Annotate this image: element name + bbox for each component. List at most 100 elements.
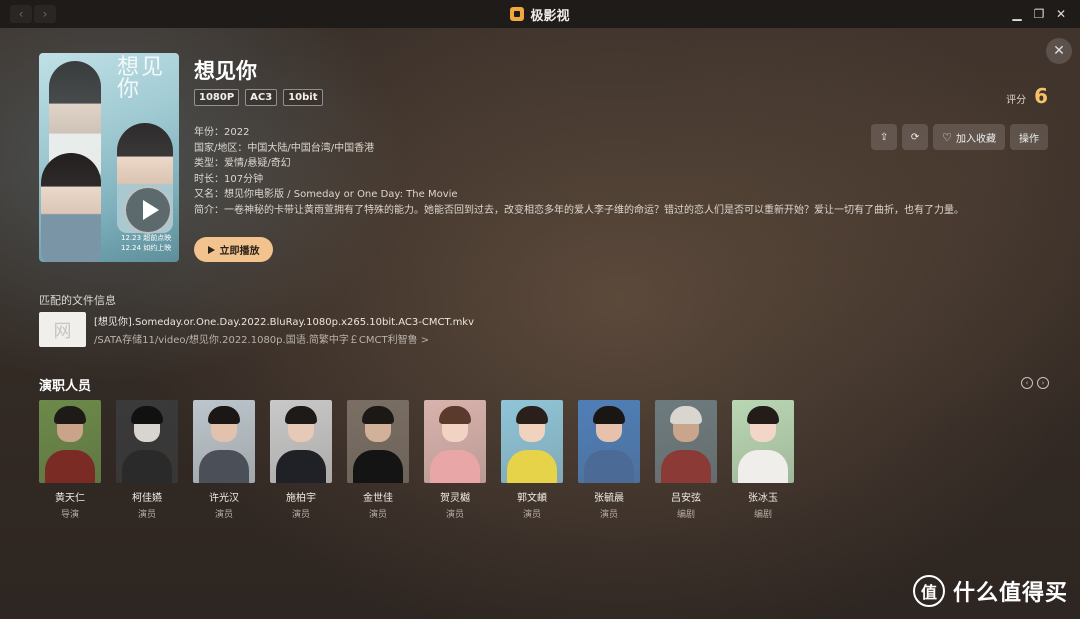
cast-member-name: 柯佳嬿 <box>132 493 162 504</box>
avatar <box>424 400 486 483</box>
cast-member-role: 演员 <box>445 510 464 520</box>
rating: 评分 6 <box>1006 84 1048 108</box>
cast-member-name: 张冰玉 <box>748 493 778 504</box>
cast-pager: ‹ › <box>1017 377 1049 389</box>
cast-member[interactable]: 郭文頔 演员 <box>501 400 563 520</box>
cast-member-role: 演员 <box>368 510 387 520</box>
file-path-link[interactable]: /SATA存储11/video/想见你.2022.1080p.国语.简繁中字￡C… <box>94 331 429 346</box>
file-thumbnail[interactable]: 网 <box>39 312 86 347</box>
add-favorite-button[interactable]: ♡ 加入收藏 <box>933 124 1005 150</box>
info-year: 年份：2022 <box>194 127 250 138</box>
avatar <box>270 400 332 483</box>
audio-badge: AC3 <box>245 89 278 106</box>
cast-member-name: 黄天仁 <box>55 493 85 504</box>
title-bar: ‹ › 极影视 ▁ ❐ ✕ <box>0 0 1080 28</box>
cast-section-title: 演职人员 <box>39 379 92 394</box>
cast-member-role: 演员 <box>522 510 541 520</box>
avatar <box>39 400 101 483</box>
cast-member-role: 导演 <box>60 510 79 520</box>
cast-member[interactable]: 贺灵樾 演员 <box>424 400 486 520</box>
operate-label: 操作 <box>1019 133 1039 145</box>
history-nav: ‹ › <box>10 5 58 23</box>
bitdepth-badge: 10bit <box>283 89 323 106</box>
rating-label: 评分 <box>1006 95 1027 106</box>
avatar-hair <box>670 406 702 424</box>
cast-member[interactable]: 张冰玉 编剧 <box>732 400 794 520</box>
cast-member[interactable]: 金世佳 演员 <box>347 400 409 520</box>
info-country: 国家/地区：中国大陆/中国台湾/中国香港 <box>194 142 375 154</box>
poster-release-date: 12.23 超前点映 12.24 如约上映 <box>121 234 172 252</box>
cast-next-icon[interactable]: › <box>1037 377 1049 389</box>
file-section-label: 匹配的文件信息 <box>39 294 116 307</box>
cast-member-role: 编剧 <box>753 510 772 520</box>
play-icon <box>207 245 215 254</box>
cast-member[interactable]: 柯佳嬿 演员 <box>116 400 178 520</box>
app-title-text: 极影视 <box>530 8 570 24</box>
cast-member[interactable]: 吕安弦 编剧 <box>655 400 717 520</box>
restore-icon[interactable]: ❐ <box>1028 4 1050 24</box>
avatar-hair <box>54 406 86 424</box>
cast-member-name: 施柏宇 <box>286 493 316 504</box>
cast-member[interactable]: 张毓晨 演员 <box>578 400 640 520</box>
back-arrow-icon[interactable]: ‹ <box>10 5 32 23</box>
heart-icon: ♡ <box>942 130 952 144</box>
info-genre: 类型：爱情/悬疑/奇幻 <box>194 158 291 170</box>
watermark-text: 什么值得买 <box>952 581 1068 606</box>
resolution-badge: 1080P <box>194 89 240 106</box>
avatar-body <box>661 450 711 483</box>
cast-member-role: 演员 <box>599 510 618 520</box>
cast-member[interactable]: 黄天仁 导演 <box>39 400 101 520</box>
avatar-hair <box>747 406 779 424</box>
avatar-hair <box>285 406 317 424</box>
poster-play-icon[interactable] <box>124 186 172 234</box>
window-close-icon[interactable]: ✕ <box>1050 4 1072 24</box>
action-buttons: ⇪ ⟳ ♡ 加入收藏 操作 <box>866 124 1048 150</box>
cast-member-role: 演员 <box>137 510 156 520</box>
quality-badges: 1080P AC3 10bit <box>194 89 329 106</box>
cast-member-name: 许光汉 <box>209 493 239 504</box>
play-now-label: 立即播放 <box>219 246 260 257</box>
refresh-button[interactable]: ⟳ <box>902 124 929 150</box>
cast-member-name: 张毓晨 <box>594 493 624 504</box>
cast-member-name: 吕安弦 <box>671 493 701 504</box>
app-title: 极影视 <box>510 5 570 24</box>
cast-member[interactable]: 许光汉 演员 <box>193 400 255 520</box>
avatar-hair <box>439 406 471 424</box>
minimize-icon[interactable]: ▁ <box>1006 4 1028 24</box>
avatar-body <box>199 450 249 483</box>
cast-prev-icon[interactable]: ‹ <box>1021 377 1033 389</box>
avatar-hair <box>516 406 548 424</box>
app-logo-icon <box>510 7 525 21</box>
cast-member[interactable]: 施柏宇 演员 <box>270 400 332 520</box>
avatar <box>116 400 178 483</box>
cast-member-role: 演员 <box>291 510 310 520</box>
forward-arrow-icon[interactable]: › <box>34 5 56 23</box>
share-icon: ⇪ <box>879 131 889 143</box>
avatar <box>655 400 717 483</box>
info-alias: 又名：想见你电影版 / Someday or One Day: The Movi… <box>194 189 458 201</box>
play-now-button[interactable]: 立即播放 <box>194 237 273 262</box>
avatar-body <box>45 450 95 483</box>
file-name[interactable]: [想见你].Someday.or.One.Day.2022.BluRay.108… <box>94 313 474 328</box>
cast-member-role: 演员 <box>214 510 233 520</box>
avatar <box>347 400 409 483</box>
avatar-body <box>584 450 634 483</box>
avatar-body <box>507 450 557 483</box>
poster-title-art: 想见你 <box>117 55 166 102</box>
share-button[interactable]: ⇪ <box>871 124 898 150</box>
avatar-hair <box>593 406 625 424</box>
info-synopsis: 简介：一卷神秘的卡带让黄雨萱拥有了特殊的能力。她能否回到过去，改变相恋多年的爱人… <box>194 204 964 216</box>
avatar <box>193 400 255 483</box>
avatar-body <box>353 450 403 483</box>
info-duration: 时长：107分钟 <box>194 173 264 185</box>
movie-poster[interactable]: 想见你 12.23 超前点映 12.24 如约上映 <box>39 53 179 262</box>
avatar-hair <box>131 406 163 424</box>
refresh-icon: ⟳ <box>910 131 920 143</box>
close-detail-button[interactable]: ✕ <box>1046 38 1072 64</box>
avatar-body <box>738 450 788 483</box>
operate-button[interactable]: 操作 <box>1010 124 1048 150</box>
avatar-body <box>430 450 480 483</box>
avatar <box>732 400 794 483</box>
movie-title: 想见你 <box>194 59 257 83</box>
add-favorite-label: 加入收藏 <box>956 133 996 145</box>
